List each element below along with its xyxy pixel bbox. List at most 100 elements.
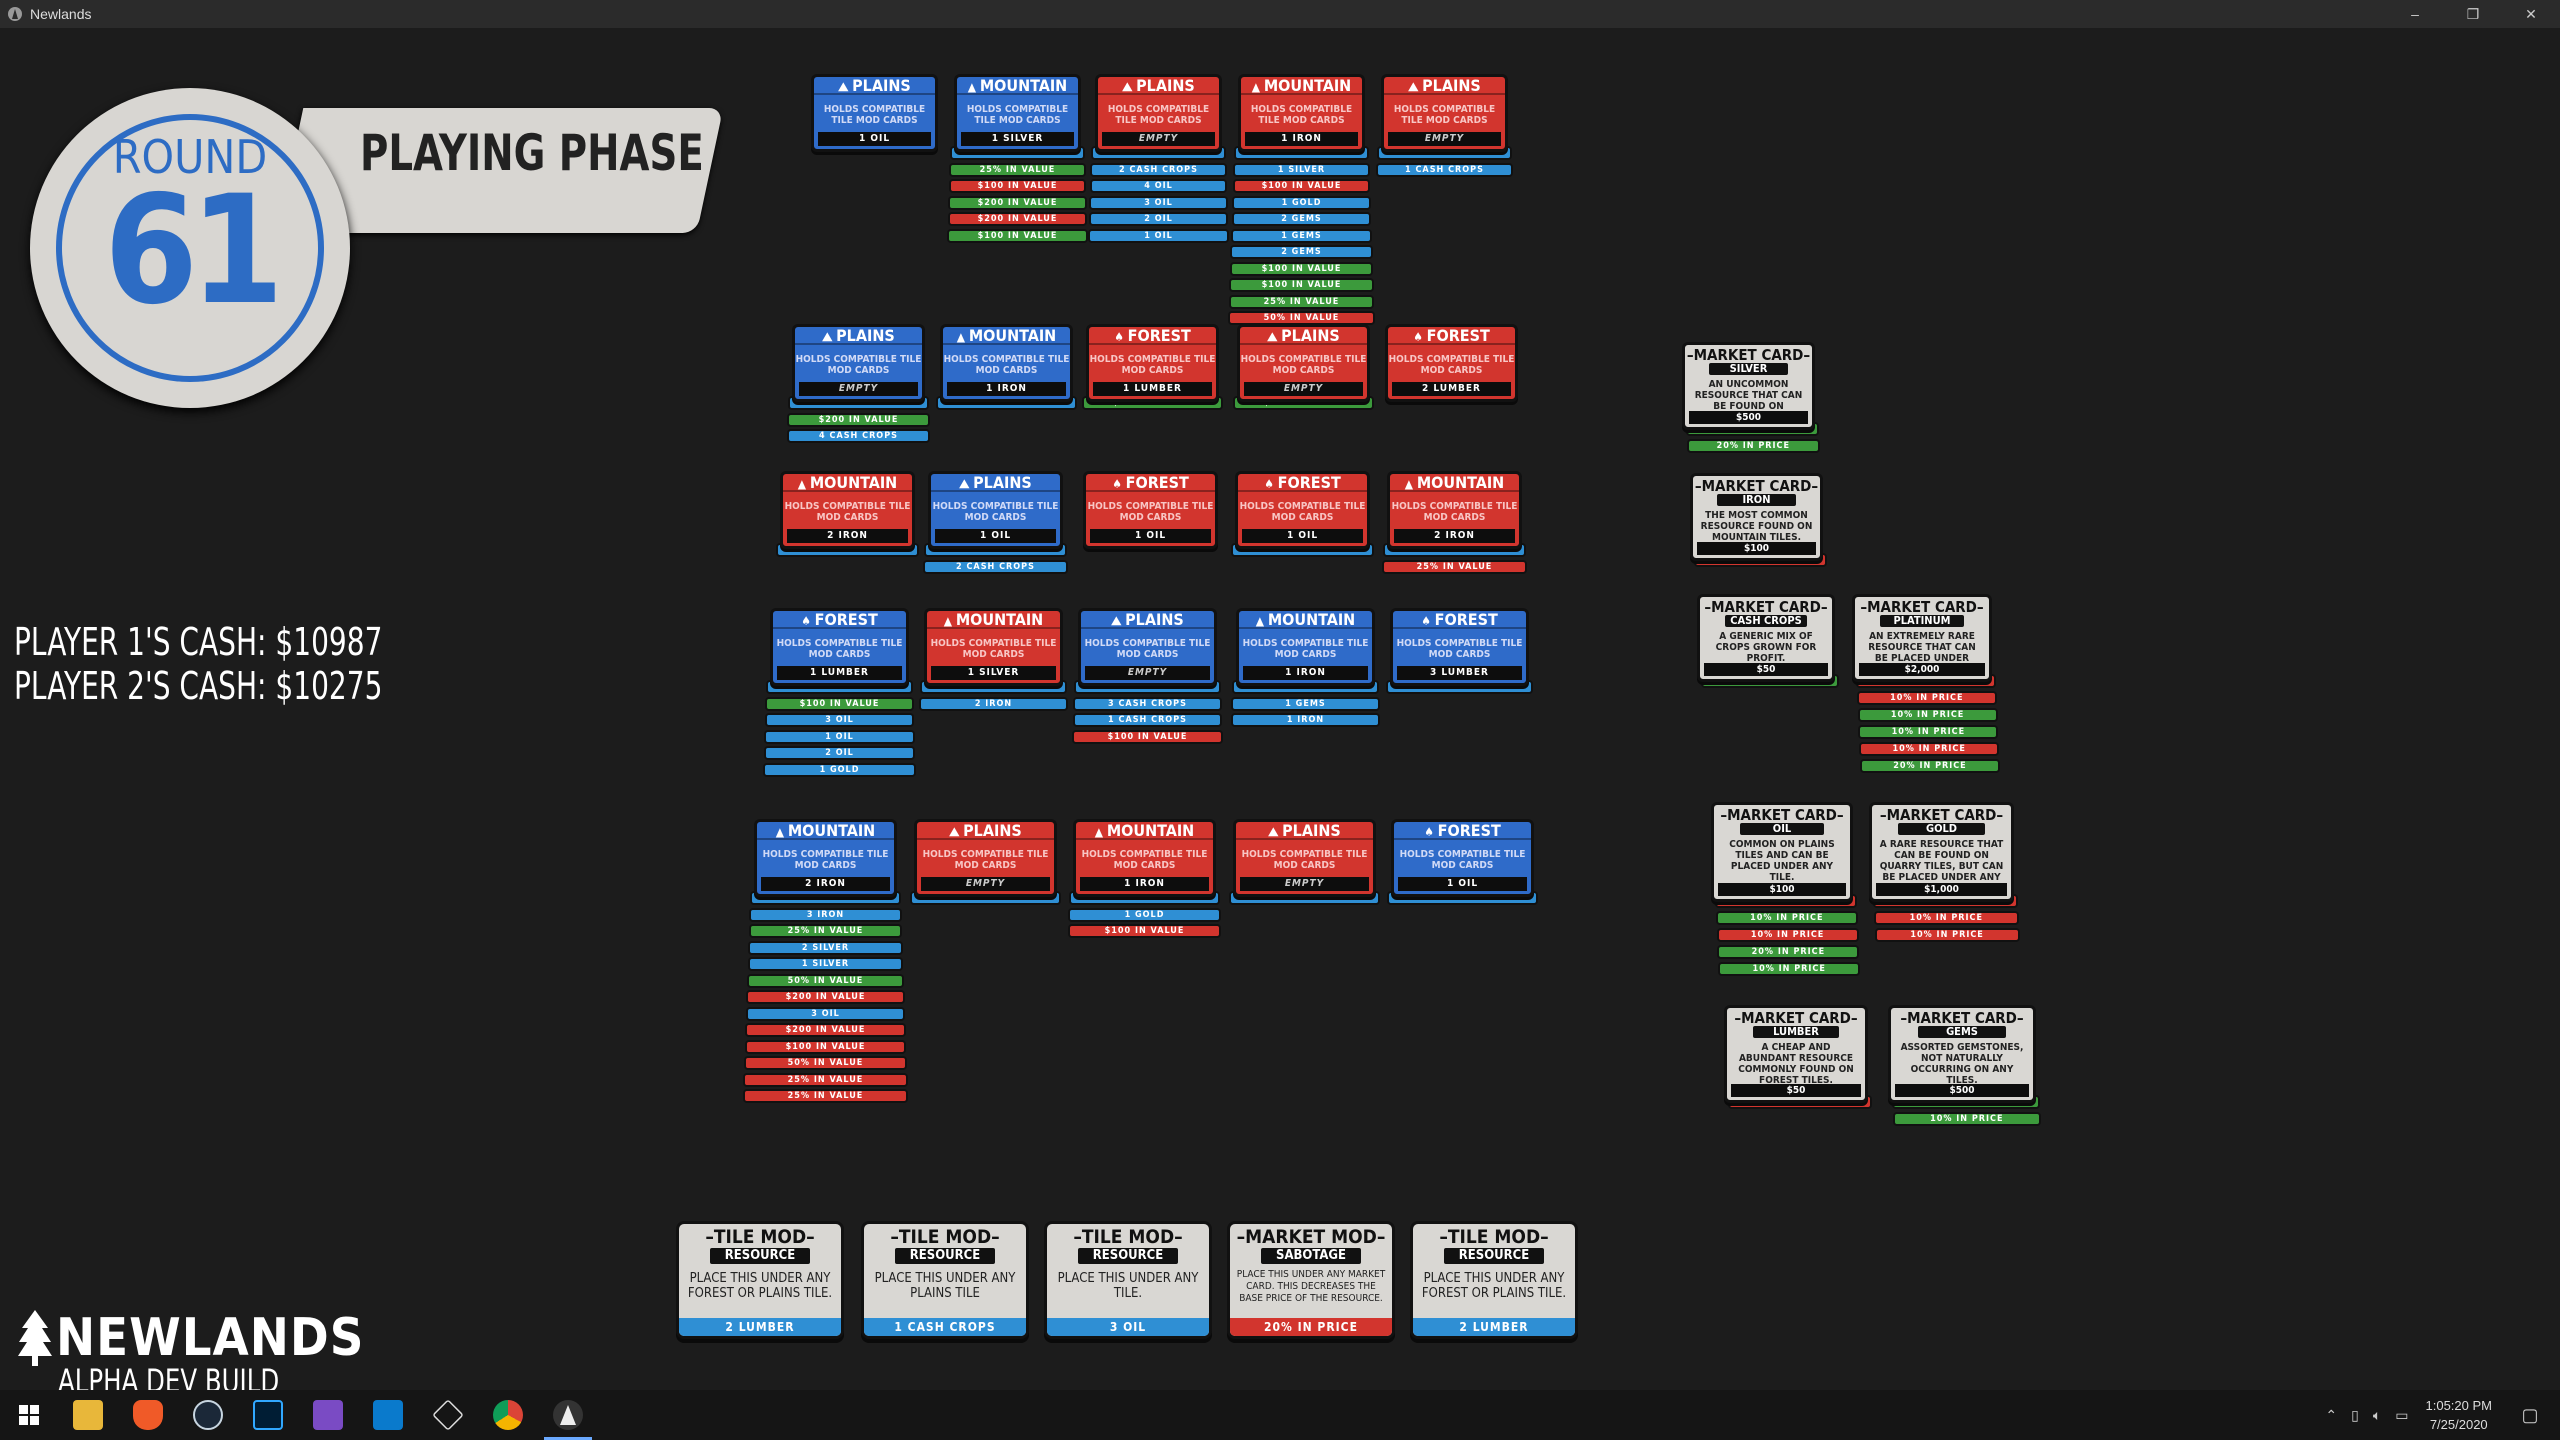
tile-plains[interactable]: ⛰ PLAINS HOLDS COMPATIBLE TILE MOD CARDS E… bbox=[1237, 324, 1370, 402]
tile-mod-chip[interactable]: 1 GOLD bbox=[1232, 195, 1371, 210]
market-card-oil[interactable]: –MARKET CARD– OIL COMMON ON PLAINS TILES A… bbox=[1711, 802, 1853, 902]
tile-forest[interactable]: ♠ FOREST HOLDS COMPATIBLE TILE MOD CARDS 1… bbox=[1083, 471, 1218, 549]
tile-mod-chip[interactable]: $100 IN VALUE bbox=[765, 696, 914, 711]
taskbar-chrome-button[interactable] bbox=[478, 1390, 538, 1440]
network-icon[interactable]: ▭ bbox=[2395, 1407, 2408, 1424]
tile-mod-chip[interactable]: $100 IN VALUE bbox=[1232, 179, 1371, 193]
tile-forest[interactable]: ♠ FOREST HOLDS COMPATIBLE TILE MOD CARDS 1… bbox=[1235, 471, 1370, 549]
tile-mod-chip[interactable]: $200 IN VALUE bbox=[746, 990, 905, 1004]
tile-plains[interactable]: ⛰ PLAINS HOLDS COMPATIBLE TILE MOD CARDS 1… bbox=[811, 74, 938, 152]
tile-mod-chip[interactable]: 1 GOLD bbox=[763, 762, 916, 777]
tile-plains[interactable]: ⛰ PLAINS HOLDS COMPATIBLE TILE MOD CARDS E… bbox=[914, 819, 1057, 897]
close-button[interactable]: ✕ bbox=[2502, 0, 2560, 28]
hand-card-market-mod[interactable]: –MARKET MOD– SABOTAGE PLACE THIS UNDER ANY… bbox=[1227, 1221, 1395, 1339]
tile-mod-chip[interactable]: 25% IN VALUE bbox=[1228, 294, 1375, 309]
tile-mod-chip[interactable]: $100 IN VALUE bbox=[1067, 924, 1222, 938]
minimize-button[interactable]: – bbox=[2386, 0, 2444, 28]
tile-mod-chip[interactable]: 1 GOLD bbox=[1068, 907, 1221, 922]
tile-mod-chip[interactable]: 3 OIL bbox=[764, 713, 915, 727]
tile-mod-chip[interactable]: 1 CASH CROPS bbox=[1072, 713, 1223, 727]
taskbar-file-explorer-button[interactable] bbox=[58, 1390, 118, 1440]
tile-forest[interactable]: ♠ FOREST HOLDS COMPATIBLE TILE MOD CARDS 3… bbox=[1390, 608, 1529, 686]
market-mod-chip[interactable]: 20% IN PRICE bbox=[1860, 759, 2000, 773]
market-mod-chip[interactable]: 20% IN PRICE bbox=[1717, 945, 1860, 959]
tile-mod-chip[interactable]: 2 GEMS bbox=[1230, 245, 1373, 259]
notifications-icon[interactable]: ▢ bbox=[2510, 1405, 2550, 1426]
market-card-silver[interactable]: –MARKET CARD– SILVER AN UNCOMMON RESOURCE … bbox=[1682, 342, 1815, 430]
battery-icon[interactable]: ▯ bbox=[2351, 1407, 2359, 1424]
market-mod-chip[interactable]: 10% IN PRICE bbox=[1859, 742, 2000, 756]
tile-forest[interactable]: ♠ FOREST HOLDS COMPATIBLE TILE MOD CARDS 2… bbox=[1385, 324, 1518, 402]
tile-mountain[interactable]: ▲ MOUNTAIN HOLDS COMPATIBLE TILE MOD CARD… bbox=[940, 324, 1073, 402]
tile-mod-chip[interactable]: 3 CASH CROPS bbox=[1073, 696, 1222, 711]
hand-card-tile-mod[interactable]: –TILE MOD– RESOURCE PLACE THIS UNDER ANY P… bbox=[861, 1221, 1029, 1339]
volume-icon[interactable]: 🔈︎ bbox=[2373, 1407, 2381, 1424]
tile-plains[interactable]: ⛰ PLAINS HOLDS COMPATIBLE TILE MOD CARDS E… bbox=[792, 324, 925, 402]
tile-mountain[interactable]: ▲ MOUNTAIN HOLDS COMPATIBLE TILE MOD CARD… bbox=[754, 819, 897, 897]
market-mod-chip[interactable]: 10% IN PRICE bbox=[1716, 928, 1859, 942]
tile-mod-chip[interactable]: 1 SILVER bbox=[1233, 162, 1370, 177]
tile-mod-chip[interactable]: $100 IN VALUE bbox=[948, 179, 1087, 193]
taskbar-clock[interactable]: 1:05:20 PM 7/25/2020 bbox=[2426, 1396, 2493, 1434]
market-mod-chip[interactable]: 10% IN PRICE bbox=[1874, 928, 2020, 942]
taskbar-vscode-button[interactable] bbox=[358, 1390, 418, 1440]
tile-mod-chip[interactable]: 25% IN VALUE bbox=[1382, 559, 1527, 574]
tile-mod-chip[interactable]: 1 OIL bbox=[1088, 228, 1229, 243]
tile-mod-chip[interactable]: 3 OIL bbox=[1089, 195, 1228, 210]
tile-mod-chip[interactable]: 50% IN VALUE bbox=[744, 1056, 907, 1070]
tile-mod-chip[interactable]: 1 SILVER bbox=[747, 957, 904, 971]
tile-mountain[interactable]: ▲ MOUNTAIN HOLDS COMPATIBLE TILE MOD CARD… bbox=[780, 471, 915, 549]
market-mod-chip[interactable]: 10% IN PRICE bbox=[1892, 1112, 2041, 1126]
tile-mod-chip[interactable]: $200 IN VALUE bbox=[787, 412, 930, 427]
tile-mod-chip[interactable]: 2 CASH CROPS bbox=[923, 559, 1068, 574]
tile-mod-chip[interactable]: 1 IRON bbox=[1230, 713, 1381, 727]
tile-mod-chip[interactable]: 2 GEMS bbox=[1231, 212, 1372, 226]
market-mod-chip[interactable]: 10% IN PRICE bbox=[1873, 911, 2019, 925]
taskbar-photoshop-button[interactable] bbox=[238, 1390, 298, 1440]
tile-mod-chip[interactable]: 3 IRON bbox=[749, 907, 902, 922]
market-card-cash-crops[interactable]: –MARKET CARD– CASH CROPS A GENERIC MIX OF … bbox=[1697, 594, 1835, 682]
tile-mod-chip[interactable]: $100 IN VALUE bbox=[744, 1039, 907, 1054]
market-mod-chip[interactable]: 10% IN PRICE bbox=[1718, 962, 1861, 976]
tile-forest[interactable]: ♠ FOREST HOLDS COMPATIBLE TILE MOD CARDS 1… bbox=[1391, 819, 1534, 897]
maximize-button[interactable]: ❐ bbox=[2444, 0, 2502, 28]
chevron-up-icon[interactable]: ⌃ bbox=[2325, 1407, 2337, 1424]
tile-forest[interactable]: ♠ FOREST HOLDS COMPATIBLE TILE MOD CARDS 1… bbox=[1086, 324, 1219, 402]
market-card-gold[interactable]: –MARKET CARD– GOLD A RARE RESOURCE THAT CA… bbox=[1869, 802, 2014, 902]
tile-mod-chip[interactable]: 2 OIL bbox=[763, 746, 916, 760]
tile-mod-chip[interactable]: 1 GEMS bbox=[1231, 696, 1380, 711]
tile-mod-chip[interactable]: 25% IN VALUE bbox=[742, 1089, 909, 1103]
taskbar-start-button[interactable] bbox=[0, 1390, 58, 1440]
taskbar-unity-button[interactable] bbox=[418, 1390, 478, 1440]
market-mod-chip[interactable]: 10% IN PRICE bbox=[1715, 911, 1858, 925]
tile-mountain[interactable]: ▲ MOUNTAIN HOLDS COMPATIBLE TILE MOD CARD… bbox=[954, 74, 1081, 152]
tile-mod-chip[interactable]: $200 IN VALUE bbox=[948, 195, 1087, 210]
tile-plains[interactable]: ⛰ PLAINS HOLDS COMPATIBLE TILE MOD CARDS 1… bbox=[928, 471, 1063, 549]
taskbar-brave-button[interactable] bbox=[118, 1390, 178, 1440]
tile-mod-chip[interactable]: 1 GEMS bbox=[1231, 228, 1372, 243]
tile-mod-chip[interactable]: $100 IN VALUE bbox=[947, 228, 1088, 243]
market-card-platinum[interactable]: –MARKET CARD– PLATINUM AN EXTREMELY RARE R… bbox=[1852, 594, 1992, 682]
tile-mod-chip[interactable]: 2 SILVER bbox=[748, 940, 903, 955]
tile-mod-chip[interactable]: $100 IN VALUE bbox=[1229, 278, 1374, 292]
hand-card-tile-mod[interactable]: –TILE MOD– RESOURCE PLACE THIS UNDER ANY T… bbox=[1044, 1221, 1212, 1339]
tile-mod-chip[interactable]: 1 CASH CROPS bbox=[1376, 162, 1513, 177]
tile-mod-chip[interactable]: $100 IN VALUE bbox=[1072, 729, 1223, 744]
hand-card-tile-mod[interactable]: –TILE MOD– RESOURCE PLACE THIS UNDER ANY F… bbox=[676, 1221, 844, 1339]
tile-plains[interactable]: ⛰ PLAINS HOLDS COMPATIBLE TILE MOD CARDS E… bbox=[1078, 608, 1217, 686]
market-card-gems[interactable]: –MARKET CARD– GEMS ASSORTED GEMSTONES, NOT… bbox=[1888, 1005, 2036, 1103]
market-mod-chip[interactable]: 10% IN PRICE bbox=[1856, 691, 1997, 705]
tile-mountain[interactable]: ▲ MOUNTAIN HOLDS COMPATIBLE TILE MOD CARD… bbox=[924, 608, 1063, 686]
tile-mod-chip[interactable]: $100 IN VALUE bbox=[1229, 261, 1374, 276]
tile-forest[interactable]: ♠ FOREST HOLDS COMPATIBLE TILE MOD CARDS 1… bbox=[770, 608, 909, 686]
market-card-iron[interactable]: –MARKET CARD– IRON THE MOST COMMON RESOURC… bbox=[1690, 473, 1823, 561]
tile-plains[interactable]: ⛰ PLAINS HOLDS COMPATIBLE TILE MOD CARDS E… bbox=[1233, 819, 1376, 897]
tile-mod-chip[interactable]: 2 CASH CROPS bbox=[1090, 162, 1227, 177]
tile-mod-chip[interactable]: 1 OIL bbox=[764, 729, 915, 744]
tile-mod-chip[interactable]: 3 OIL bbox=[745, 1006, 906, 1021]
market-mod-chip[interactable]: 10% IN PRICE bbox=[1858, 725, 1999, 739]
tile-mountain[interactable]: ▲ MOUNTAIN HOLDS COMPATIBLE TILE MOD CARD… bbox=[1387, 471, 1522, 549]
tile-mod-chip[interactable]: 2 OIL bbox=[1088, 212, 1229, 226]
tile-mod-chip[interactable]: $200 IN VALUE bbox=[947, 212, 1088, 226]
tile-mod-chip[interactable]: 4 CASH CROPS bbox=[786, 429, 931, 443]
